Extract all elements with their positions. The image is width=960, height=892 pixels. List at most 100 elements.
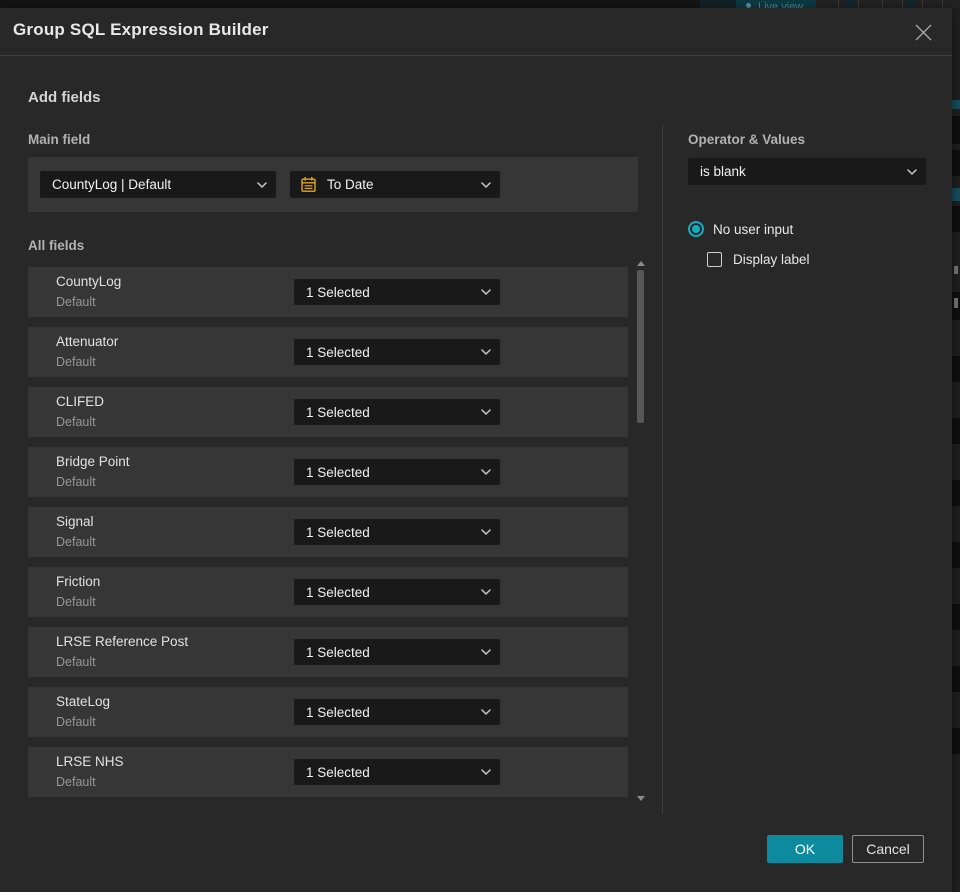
ok-button[interactable]: OK — [767, 835, 843, 863]
field-selection-dropdown[interactable]: 1 Selected — [294, 519, 500, 545]
field-subtitle: Default — [56, 355, 96, 369]
field-selection-dropdown[interactable]: 1 Selected — [294, 579, 500, 605]
scrollbar-up-arrow[interactable] — [637, 261, 645, 266]
operator-values-label: Operator & Values — [688, 132, 806, 147]
field-selection-dropdown[interactable]: 1 Selected — [294, 339, 500, 365]
radio-selected-icon — [688, 221, 704, 237]
close-button[interactable] — [912, 21, 934, 43]
field-name: Friction — [56, 574, 101, 589]
field-row: StateLog Default 1 Selected — [28, 687, 628, 737]
dialog-title: Group SQL Expression Builder — [13, 20, 269, 39]
main-field-box: CountyLog | Default To Date — [28, 157, 638, 212]
field-selection-dropdown[interactable]: 1 Selected — [294, 399, 500, 425]
chevron-down-icon — [257, 181, 267, 188]
all-fields-list: CountyLog Default 1 Selected Attenuator … — [28, 267, 628, 807]
chevron-down-icon — [481, 709, 491, 715]
chevron-down-icon — [481, 349, 491, 355]
group-sql-expression-builder-dialog: Group SQL Expression Builder Add fields … — [0, 8, 952, 892]
field-selection-dropdown[interactable]: 1 Selected — [294, 279, 500, 305]
chevron-down-icon — [481, 529, 491, 535]
background-sidebar-segment — [952, 206, 960, 232]
field-row: LRSE NHS Default 1 Selected — [28, 747, 628, 797]
field-name: CountyLog — [56, 274, 122, 289]
field-subtitle: Default — [56, 295, 96, 309]
background-sidebar-segment — [952, 188, 960, 201]
field-selection-value: 1 Selected — [306, 644, 370, 660]
background-toolbar-segment — [845, 0, 855, 8]
background-toolbar-segment — [906, 0, 916, 8]
toolbar-separator — [838, 0, 839, 8]
main-field-source-dropdown[interactable]: CountyLog | Default — [40, 171, 276, 198]
field-subtitle: Default — [56, 595, 96, 609]
panel-divider — [662, 124, 663, 814]
field-row: Signal Default 1 Selected — [28, 507, 628, 557]
scrollbar-thumb[interactable] — [637, 270, 644, 423]
background-sidebar-segment — [952, 666, 960, 692]
display-label-checkbox[interactable]: Display label — [707, 252, 810, 267]
field-name: Attenuator — [56, 334, 119, 349]
field-name: CLIFED — [56, 394, 105, 409]
field-name: Signal — [56, 514, 94, 529]
field-subtitle: Default — [56, 415, 96, 429]
field-selection-value: 1 Selected — [306, 404, 370, 420]
background-sidebar-segment — [954, 298, 958, 308]
field-subtitle: Default — [56, 775, 96, 789]
display-label-label: Display label — [733, 252, 810, 267]
chevron-down-icon — [481, 409, 491, 415]
chevron-down-icon — [481, 589, 491, 595]
background-toolbar-strip: Live view — [0, 0, 960, 8]
background-sidebar-segment — [952, 480, 960, 506]
no-user-input-label: No user input — [713, 221, 794, 237]
scrollbar-down-arrow[interactable] — [637, 796, 645, 801]
background-sidebar-strip — [952, 8, 960, 892]
live-view-button: Live view — [736, 0, 816, 8]
field-subtitle: Default — [56, 535, 96, 549]
field-name: StateLog — [56, 694, 111, 709]
background-sidebar-segment — [952, 418, 960, 444]
toolbar-separator — [902, 0, 903, 8]
field-selection-dropdown[interactable]: 1 Selected — [294, 639, 500, 665]
background-sidebar-segment — [954, 266, 958, 274]
field-subtitle: Default — [56, 475, 96, 489]
chevron-down-icon — [907, 168, 917, 175]
field-name: Bridge Point — [56, 454, 130, 469]
field-selection-dropdown[interactable]: 1 Selected — [294, 699, 500, 725]
background-sidebar-segment — [952, 150, 960, 176]
chevron-down-icon — [481, 289, 491, 295]
toolbar-separator — [858, 0, 859, 8]
no-user-input-radio[interactable]: No user input — [688, 221, 793, 237]
checkbox-unchecked-icon — [707, 252, 722, 267]
operator-dropdown[interactable]: is blank — [688, 158, 926, 185]
operator-value: is blank — [700, 164, 746, 179]
chevron-down-icon — [481, 469, 491, 475]
field-selection-value: 1 Selected — [306, 764, 370, 780]
field-selection-dropdown[interactable]: 1 Selected — [294, 759, 500, 785]
field-row: Bridge Point Default 1 Selected — [28, 447, 628, 497]
toolbar-separator — [922, 0, 923, 8]
field-row: Attenuator Default 1 Selected — [28, 327, 628, 377]
main-field-date-dropdown[interactable]: To Date — [290, 171, 500, 198]
field-row: CountyLog Default 1 Selected — [28, 267, 628, 317]
main-field-label: Main field — [28, 132, 91, 147]
field-subtitle: Default — [56, 715, 96, 729]
cancel-button[interactable]: Cancel — [852, 835, 924, 863]
field-subtitle: Default — [56, 655, 96, 669]
field-name: LRSE NHS — [56, 754, 124, 769]
field-selection-dropdown[interactable]: 1 Selected — [294, 459, 500, 485]
dialog-title-bar: Group SQL Expression Builder — [0, 8, 952, 56]
add-fields-heading: Add fields — [28, 89, 101, 106]
main-field-source-value: CountyLog | Default — [52, 177, 172, 192]
chevron-down-icon — [481, 649, 491, 655]
field-selection-value: 1 Selected — [306, 584, 370, 600]
background-toolbar-segment — [700, 0, 736, 8]
field-selection-value: 1 Selected — [306, 284, 370, 300]
toolbar-separator — [882, 0, 883, 8]
field-selection-value: 1 Selected — [306, 464, 370, 480]
background-sidebar-segment — [952, 356, 960, 382]
all-fields-label: All fields — [28, 238, 85, 253]
chevron-down-icon — [481, 181, 491, 188]
calendar-icon — [300, 176, 317, 193]
field-name: LRSE Reference Post — [56, 634, 189, 649]
background-sidebar-segment — [952, 116, 960, 144]
live-view-label: Live view — [758, 1, 804, 8]
